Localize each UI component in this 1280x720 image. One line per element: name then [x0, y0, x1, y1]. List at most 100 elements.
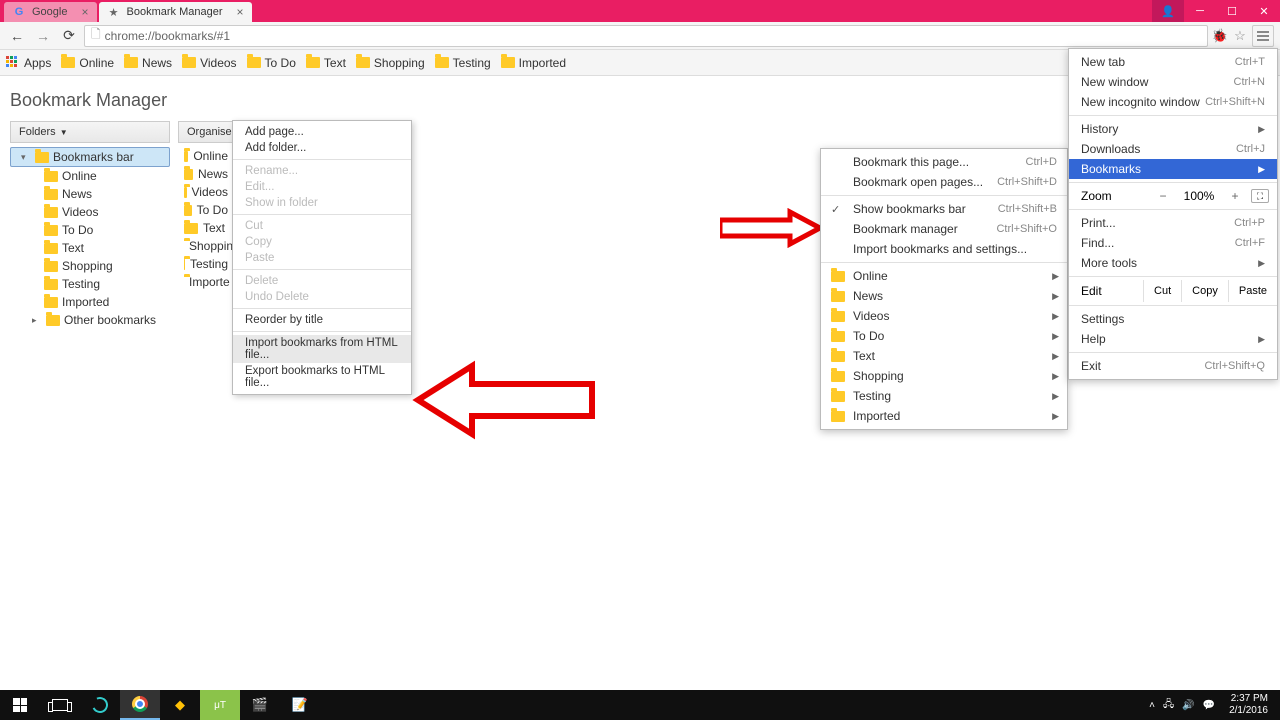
address-bar[interactable]: 🗋 chrome://bookmarks/#1 — [84, 25, 1208, 47]
submenu-folder[interactable]: Online▶ — [821, 266, 1067, 286]
tray-expand-icon[interactable]: ˄ — [1149, 700, 1155, 711]
taskbar-app3[interactable]: 🎬 — [240, 690, 280, 720]
menu-settings[interactable]: Settings — [1069, 309, 1277, 329]
submenu-folder[interactable]: Shopping▶ — [821, 366, 1067, 386]
profile-button[interactable]: 👤 — [1152, 0, 1184, 22]
list-item[interactable]: Shoppin — [178, 237, 234, 255]
folder-icon — [501, 57, 515, 68]
submenu-folder[interactable]: Imported▶ — [821, 406, 1067, 426]
fullscreen-button[interactable]: ⛶ — [1251, 189, 1269, 203]
tree-item[interactable]: Online — [10, 167, 170, 185]
tree-item[interactable]: Videos — [10, 203, 170, 221]
taskbar-app2[interactable]: μT — [200, 690, 240, 720]
menu-add-page[interactable]: Add page... — [233, 124, 411, 140]
list-item[interactable]: Text — [178, 219, 234, 237]
taskbar-clock[interactable]: 2:37 PM 2/1/2016 — [1223, 693, 1274, 717]
bookmark-folder-testing[interactable]: Testing — [435, 56, 491, 70]
menu-bookmarks[interactable]: Bookmarks▶ — [1069, 159, 1277, 179]
close-tab-icon[interactable]: × — [237, 5, 244, 19]
tree-item[interactable]: To Do — [10, 221, 170, 239]
folders-header[interactable]: Folders▼ — [10, 121, 170, 143]
chrome-menu-button[interactable] — [1252, 25, 1274, 47]
apps-shortcut[interactable]: Apps — [6, 56, 51, 70]
list-item[interactable]: Testing — [178, 255, 234, 273]
menu-exit[interactable]: ExitCtrl+Shift+Q — [1069, 356, 1277, 376]
taskbar-wordpad[interactable]: 📝 — [280, 690, 320, 720]
submenu-folder[interactable]: To Do▶ — [821, 326, 1067, 346]
bookmark-folder-online[interactable]: Online — [61, 56, 114, 70]
bookmark-star-icon[interactable]: ☆ — [1232, 28, 1248, 44]
menu-find[interactable]: Find...Ctrl+F — [1069, 233, 1277, 253]
taskbar-edge[interactable] — [80, 690, 120, 720]
menu-import-html[interactable]: Import bookmarks from HTML file... — [233, 335, 411, 363]
submenu-show-bar[interactable]: ✓Show bookmarks barCtrl+Shift+B — [821, 199, 1067, 219]
submenu-folder[interactable]: Videos▶ — [821, 306, 1067, 326]
action-center-icon[interactable]: 💬 — [1203, 700, 1215, 711]
list-item[interactable]: Importe — [178, 273, 234, 291]
edit-paste-button[interactable]: Paste — [1228, 280, 1277, 302]
menu-reorder[interactable]: Reorder by title — [233, 312, 411, 328]
disclosure-open-icon[interactable]: ▾ — [21, 152, 31, 163]
tree-item[interactable]: Shopping — [10, 257, 170, 275]
bookmark-folder-text[interactable]: Text — [306, 56, 346, 70]
menu-export-html[interactable]: Export bookmarks to HTML file... — [233, 363, 411, 391]
menu-add-folder[interactable]: Add folder... — [233, 140, 411, 156]
taskbar-chrome[interactable] — [120, 690, 160, 720]
zoom-out-button[interactable]: − — [1153, 189, 1173, 203]
url-text: chrome://bookmarks/#1 — [105, 29, 230, 43]
menu-downloads[interactable]: DownloadsCtrl+J — [1069, 139, 1277, 159]
submenu-folder[interactable]: News▶ — [821, 286, 1067, 306]
list-item[interactable]: News — [178, 165, 234, 183]
bookmark-folder-todo[interactable]: To Do — [247, 56, 296, 70]
submenu-folder[interactable]: Text▶ — [821, 346, 1067, 366]
list-item[interactable]: Online — [178, 147, 234, 165]
tree-item[interactable]: Text — [10, 239, 170, 257]
volume-icon[interactable]: 🔊 — [1182, 700, 1194, 711]
minimize-button[interactable]: ─ — [1184, 0, 1216, 22]
taskbar-app1[interactable]: ◆ — [160, 690, 200, 720]
menu-new-window[interactable]: New windowCtrl+N — [1069, 72, 1277, 92]
edit-cut-button[interactable]: Cut — [1143, 280, 1181, 302]
submenu-bookmark-open[interactable]: Bookmark open pages...Ctrl+Shift+D — [821, 172, 1067, 192]
disclosure-closed-icon[interactable]: ▸ — [32, 315, 42, 326]
tree-bookmarks-bar[interactable]: ▾Bookmarks bar — [10, 147, 170, 167]
bookmark-folder-news[interactable]: News — [124, 56, 172, 70]
menu-history[interactable]: History▶ — [1069, 119, 1277, 139]
bookmark-folder-imported[interactable]: Imported — [501, 56, 566, 70]
menu-new-tab[interactable]: New tabCtrl+T — [1069, 52, 1277, 72]
close-window-button[interactable]: ✕ — [1248, 0, 1280, 22]
organise-header[interactable]: Organise▼ — [178, 121, 238, 143]
bookmark-folder-videos[interactable]: Videos — [182, 56, 236, 70]
list-item[interactable]: Videos — [178, 183, 234, 201]
submenu-import-settings[interactable]: Import bookmarks and settings... — [821, 239, 1067, 259]
menu-new-incognito[interactable]: New incognito windowCtrl+Shift+N — [1069, 92, 1277, 112]
network-icon[interactable]: 🖧 — [1163, 697, 1174, 714]
menu-help[interactable]: Help▶ — [1069, 329, 1277, 349]
maximize-button[interactable]: ☐ — [1216, 0, 1248, 22]
close-tab-icon[interactable]: × — [81, 5, 88, 19]
edit-copy-button[interactable]: Copy — [1181, 280, 1228, 302]
menu-more-tools[interactable]: More tools▶ — [1069, 253, 1277, 273]
tree-item[interactable]: Imported — [10, 293, 170, 311]
tree-item[interactable]: Testing — [10, 275, 170, 293]
tab-title: Google — [32, 6, 67, 18]
zoom-in-button[interactable]: + — [1225, 189, 1245, 203]
chevron-right-icon: ▶ — [1052, 391, 1059, 402]
tree-item[interactable]: News — [10, 185, 170, 203]
start-button[interactable] — [0, 690, 40, 720]
tab-google[interactable]: G Google × — [4, 2, 97, 22]
tree-other-bookmarks[interactable]: ▸Other bookmarks — [10, 311, 170, 329]
reload-button[interactable]: ⟳ — [58, 25, 80, 47]
forward-button[interactable]: → — [32, 25, 54, 47]
submenu-bookmark-page[interactable]: Bookmark this page...Ctrl+D — [821, 152, 1067, 172]
back-button[interactable]: ← — [6, 25, 28, 47]
extension-icon[interactable]: 🐞 — [1212, 28, 1228, 44]
bookmark-folder-shopping[interactable]: Shopping — [356, 56, 425, 70]
submenu-bookmark-manager[interactable]: Bookmark managerCtrl+Shift+O — [821, 219, 1067, 239]
menu-print[interactable]: Print...Ctrl+P — [1069, 213, 1277, 233]
task-view-button[interactable] — [40, 690, 80, 720]
list-item[interactable]: To Do — [178, 201, 234, 219]
menu-separator — [1069, 115, 1277, 116]
submenu-folder[interactable]: Testing▶ — [821, 386, 1067, 406]
tab-bookmark-manager[interactable]: ★ Bookmark Manager × — [99, 2, 252, 22]
